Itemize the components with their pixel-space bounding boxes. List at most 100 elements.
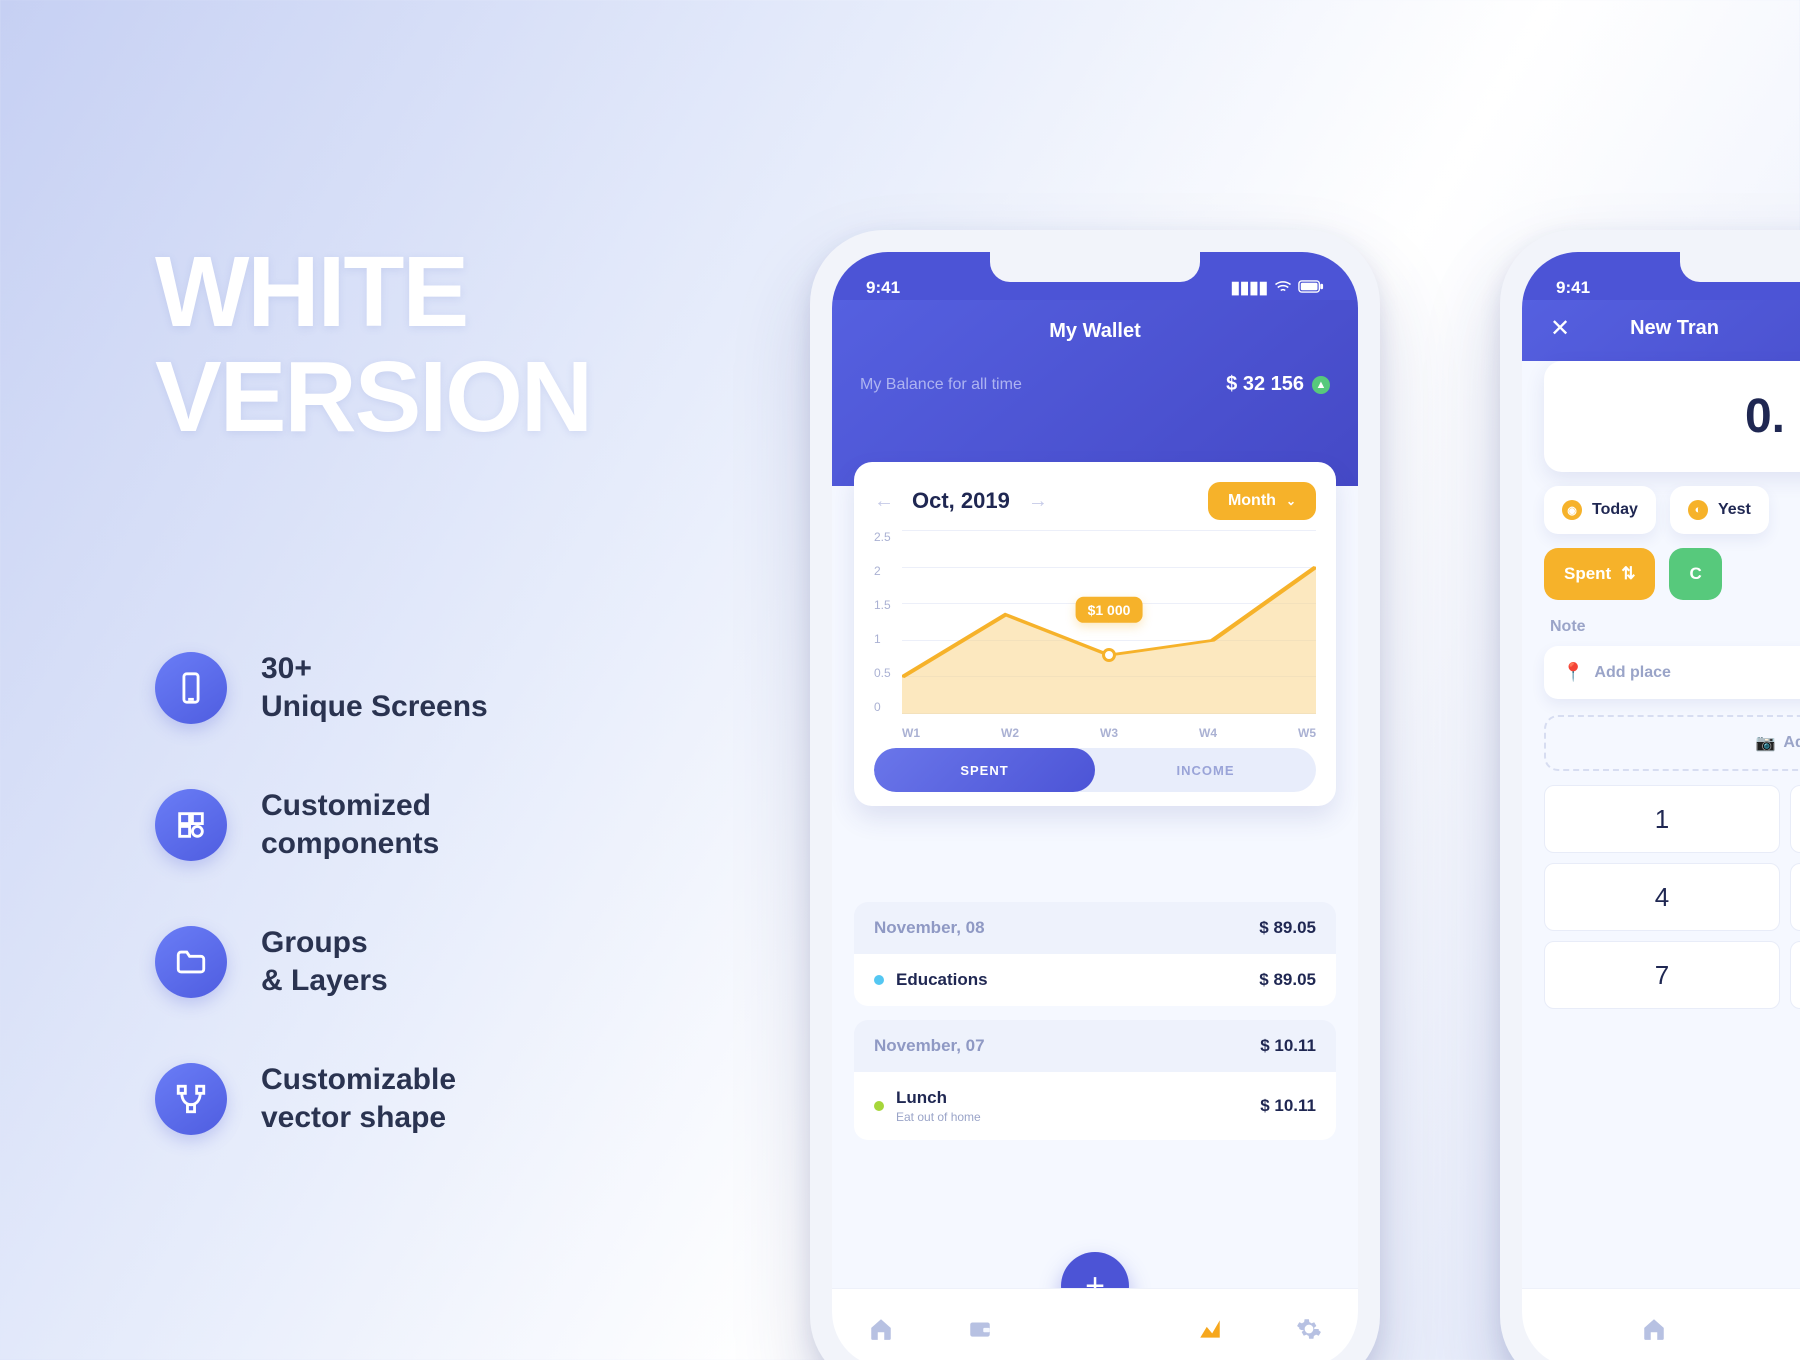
feature-line: vector shape <box>261 1099 456 1137</box>
feature-text: Customized components <box>261 787 439 862</box>
y-axis-labels: 2.5 2 1.5 1 0.5 0 <box>874 530 891 714</box>
x-axis-labels: W1 W2 W3 W4 W5 <box>902 726 1316 740</box>
nav-settings-icon[interactable] <box>1291 1316 1327 1342</box>
bottom-nav <box>832 1288 1358 1360</box>
add-place-input[interactable]: 📍 Add place <box>1544 646 1800 699</box>
add-attachment-area[interactable]: 📷 Add <box>1544 715 1800 771</box>
notch <box>1680 252 1800 282</box>
chart-plot: $1 000 <box>902 530 1316 714</box>
tab-spent[interactable]: SPENT <box>874 748 1095 792</box>
nav-wallet-icon[interactable] <box>962 1316 998 1342</box>
chart-tooltip: $1 000 <box>1076 596 1143 622</box>
phone-mockup-wallet: 9:41 ▮▮▮▮ My Wallet My Balance for all t… <box>810 230 1380 1360</box>
status-time: 9:41 <box>1556 278 1590 298</box>
sort-icon: ⇅ <box>1621 564 1635 584</box>
header: My Wallet My Balance for all time $ 32 1… <box>832 300 1358 486</box>
yesterday-icon: ◐ <box>1688 500 1708 520</box>
chart-card: ← Oct, 2019 → Month ⌄ 2.5 2 1.5 1 0.5 0 <box>854 462 1336 806</box>
feature-components: Customized components <box>155 787 488 862</box>
nav-home-icon[interactable] <box>863 1316 899 1342</box>
spent-income-toggle[interactable]: SPENT INCOME <box>874 748 1316 792</box>
key-1[interactable]: 1 <box>1544 785 1780 853</box>
spent-button[interactable]: Spent ⇅ <box>1544 548 1655 600</box>
chevron-down-icon: ⌄ <box>1286 494 1296 508</box>
chip-yesterday[interactable]: ◐ Yest <box>1670 486 1769 534</box>
key-8[interactable]: 8 <box>1790 941 1800 1009</box>
nav-stats-icon[interactable] <box>1192 1316 1228 1342</box>
key-7[interactable]: 7 <box>1544 941 1780 1009</box>
category-button[interactable]: C <box>1669 548 1721 600</box>
txn-row[interactable]: Educations $ 89.05 <box>854 954 1336 1006</box>
feature-line: 30+ <box>261 650 488 688</box>
feature-text: 30+ Unique Screens <box>261 650 488 725</box>
balance-label: My Balance for all time <box>860 376 1022 394</box>
today-icon: ◉ <box>1562 500 1582 520</box>
spending-chart[interactable]: 2.5 2 1.5 1 0.5 0 $1 000 <box>874 530 1316 740</box>
next-month-button[interactable]: → <box>1028 490 1048 513</box>
feature-line: Customized <box>261 787 439 825</box>
range-picker-button[interactable]: Month ⌄ <box>1208 482 1316 520</box>
txn-group-header: November, 08 $ 89.05 <box>854 902 1336 954</box>
status-time: 9:41 <box>866 278 900 298</box>
type-buttons: Spent ⇅ C <box>1544 548 1800 600</box>
close-icon[interactable]: ✕ <box>1550 314 1570 343</box>
chip-label: Today <box>1592 501 1638 519</box>
balance-amount: $ 32 156 <box>1226 373 1304 396</box>
key-4[interactable]: 4 <box>1544 863 1780 931</box>
feature-list: 30+ Unique Screens Customized components… <box>155 650 488 1136</box>
chip-today[interactable]: ◉ Today <box>1544 486 1656 534</box>
vector-icon <box>155 1063 227 1135</box>
headline: WHITE VERSION <box>155 240 591 450</box>
feature-text: Customizable vector shape <box>261 1061 456 1136</box>
amount-input-card[interactable]: 0. 0 <box>1544 361 1800 472</box>
txn-date: November, 08 <box>874 918 985 938</box>
camera-icon: 📷 <box>1755 733 1775 753</box>
txn-name: Lunch <box>896 1088 981 1108</box>
headline-line1: WHITE <box>155 240 591 345</box>
category-dot-icon <box>874 975 884 985</box>
nav-home-icon[interactable] <box>1636 1316 1672 1342</box>
feature-line: Unique Screens <box>261 688 488 726</box>
feature-line: Groups <box>261 924 388 962</box>
txn-amount: $ 89.05 <box>1259 970 1316 990</box>
chip-label: Yest <box>1718 501 1751 519</box>
chart-marker <box>1102 648 1116 662</box>
txn-row[interactable]: Lunch Eat out of home $ 10.11 <box>854 1072 1336 1140</box>
txn-date: November, 07 <box>874 1036 985 1056</box>
header: ✕ New Tran <box>1522 300 1800 361</box>
note-label: Note <box>1550 618 1800 636</box>
transactions-list: November, 08 $ 89.05 Educations $ 89.05 … <box>854 902 1336 1154</box>
txn-day-total: $ 89.05 <box>1259 918 1316 938</box>
screen-new-transaction: 9:41 ✕ New Tran 0. 0 ◉ Today ◐ Yest Spen… <box>1522 252 1800 1360</box>
trend-up-icon: ▲ <box>1312 376 1330 394</box>
feature-vector: Customizable vector shape <box>155 1061 488 1136</box>
dashed-label: Add <box>1783 734 1800 752</box>
feature-text: Groups & Layers <box>261 924 388 999</box>
numeric-keypad: 1 2 4 5 7 8 <box>1544 785 1800 1009</box>
place-placeholder: Add place <box>1594 664 1670 682</box>
period-label: Oct, 2019 <box>912 488 1010 514</box>
txn-day-total: $ 10.11 <box>1260 1036 1316 1056</box>
headline-line2: VERSION <box>155 345 591 450</box>
period-nav: ← Oct, 2019 → <box>874 488 1048 514</box>
battery-icon <box>1298 278 1324 298</box>
feature-screens: 30+ Unique Screens <box>155 650 488 725</box>
location-pin-icon: 📍 <box>1562 662 1584 683</box>
bottom-nav <box>1522 1288 1800 1360</box>
balance-row: My Balance for all time $ 32 156 ▲ <box>860 373 1330 396</box>
tab-income[interactable]: INCOME <box>1095 748 1316 792</box>
date-chips: ◉ Today ◐ Yest <box>1544 486 1800 534</box>
page-title: New Tran <box>1630 317 1719 340</box>
button-label: C <box>1689 564 1701 584</box>
txn-name: Educations <box>896 970 988 990</box>
txn-amount: $ 10.11 <box>1260 1096 1316 1116</box>
key-5[interactable]: 5 <box>1790 863 1800 931</box>
feature-line: Customizable <box>261 1061 456 1099</box>
key-2[interactable]: 2 <box>1790 785 1800 853</box>
prev-month-button[interactable]: ← <box>874 490 894 513</box>
notch <box>990 252 1200 282</box>
balance-value: $ 32 156 ▲ <box>1226 373 1330 396</box>
signal-icon: ▮▮▮▮ <box>1231 278 1268 298</box>
feature-layers: Groups & Layers <box>155 924 488 999</box>
amount-value: 0. 0 <box>1572 389 1800 444</box>
